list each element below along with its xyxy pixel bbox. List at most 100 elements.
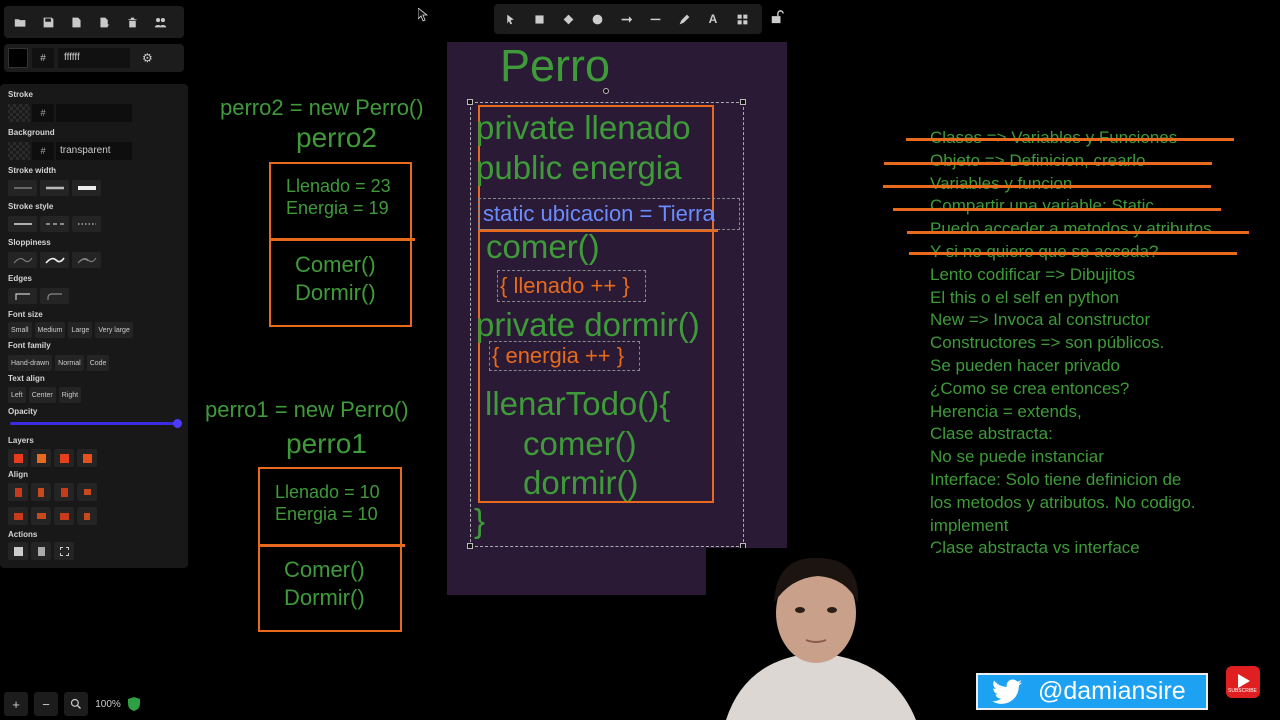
class-title[interactable]: Perro (500, 40, 610, 92)
stroke-thin-button[interactable] (8, 180, 37, 196)
distribute-horizontal-icon[interactable] (77, 483, 97, 501)
sloppiness-architect-button[interactable] (8, 252, 37, 268)
static-ubicacion-text[interactable]: static ubicacion = Tierra (483, 201, 715, 227)
duplicate-icon[interactable] (8, 542, 28, 560)
strike-line[interactable] (907, 231, 1249, 234)
note-item[interactable]: El this o el self en python (930, 288, 1212, 311)
opacity-slider[interactable] (10, 419, 182, 428)
sloppiness-cartoonist-button[interactable] (72, 252, 101, 268)
strike-line[interactable] (909, 252, 1237, 255)
llenartodo-dormir[interactable]: dormir() (523, 464, 638, 502)
trash-icon[interactable] (120, 10, 144, 34)
zoom-in-button[interactable]: + (4, 692, 28, 716)
stroke-swatch[interactable] (8, 104, 30, 122)
line-tool-icon[interactable] (643, 7, 667, 31)
note-item[interactable]: Constructores => son públicos. (930, 333, 1212, 356)
attr-llenado[interactable]: private llenado (476, 109, 691, 147)
collab-icon[interactable] (148, 10, 172, 34)
stroke-extra-bold-button[interactable] (72, 180, 101, 196)
note-item[interactable]: No se puede instanciar (930, 447, 1212, 470)
align-left-icon[interactable] (8, 483, 28, 501)
class-close-brace[interactable]: } (474, 502, 485, 540)
text-tool-icon[interactable]: A (701, 7, 725, 31)
method-comer[interactable]: comer() (486, 228, 600, 266)
bring-forward-icon[interactable] (54, 449, 74, 467)
perro2-dormir[interactable]: Dormir() (295, 280, 376, 306)
perro2-instantiation[interactable]: perro2 = new Perro() (220, 95, 424, 121)
stroke-dashed-button[interactable] (40, 216, 69, 232)
delete-icon[interactable] (31, 542, 51, 560)
strike-line[interactable] (884, 162, 1212, 165)
arrow-tool-icon[interactable] (614, 7, 638, 31)
background-hex-input[interactable]: ffffff (58, 48, 130, 68)
stroke-dotted-button[interactable] (72, 216, 101, 232)
font-size-medium[interactable]: Medium (34, 322, 66, 338)
rectangle-tool-icon[interactable] (527, 7, 551, 31)
perro2-llenado[interactable]: Llenado = 23 (286, 176, 391, 197)
llenado-body[interactable]: { llenado ++ } (500, 273, 630, 299)
open-icon[interactable] (8, 10, 32, 34)
text-align-left[interactable]: Left (8, 387, 26, 403)
perro2-divider[interactable] (269, 238, 415, 241)
sloppiness-artist-button[interactable] (40, 252, 69, 268)
perro1-label[interactable]: perro1 (286, 428, 367, 460)
attr-energia[interactable]: public energia (476, 149, 681, 187)
send-backward-icon[interactable] (31, 449, 51, 467)
resize-handle-nw[interactable] (467, 99, 473, 105)
note-item[interactable]: New => Invoca al constructor (930, 310, 1212, 333)
perro1-dormir[interactable]: Dormir() (284, 585, 365, 611)
rotate-handle[interactable] (603, 88, 609, 94)
library-tool-icon[interactable] (730, 7, 754, 31)
selection-tool-icon[interactable] (498, 7, 522, 31)
opacity-slider-knob[interactable] (173, 419, 182, 428)
strike-line[interactable] (883, 185, 1211, 188)
note-item[interactable]: Lento codificar => Dibujitos (930, 265, 1212, 288)
export-image-icon[interactable] (92, 10, 116, 34)
font-size-large[interactable]: Large (68, 322, 93, 338)
background-input[interactable]: transparent (56, 142, 132, 160)
perro1-comer[interactable]: Comer() (284, 557, 365, 583)
background-swatch[interactable] (8, 142, 30, 160)
note-item[interactable]: los metodos y atributos. No codigo. (930, 493, 1212, 516)
strike-line[interactable] (906, 138, 1234, 141)
align-bottom-icon[interactable] (54, 507, 74, 525)
stroke-input[interactable] (56, 104, 132, 122)
font-size-small[interactable]: Small (8, 322, 32, 338)
align-top-icon[interactable] (8, 507, 28, 525)
note-item[interactable]: Clase abstracta: (930, 424, 1212, 447)
resize-handle-sw[interactable] (467, 543, 473, 549)
edges-round-button[interactable] (40, 288, 69, 304)
text-align-center[interactable]: Center (28, 387, 56, 403)
draw-tool-icon[interactable] (672, 7, 696, 31)
ellipse-tool-icon[interactable] (585, 7, 609, 31)
diamond-tool-icon[interactable] (556, 7, 580, 31)
settings-icon[interactable]: ⚙ (142, 51, 153, 65)
font-family-hand-drawn[interactable]: Hand-drawn (8, 355, 53, 371)
align-center-vertical-icon[interactable] (31, 507, 51, 525)
resize-handle-ne[interactable] (740, 99, 746, 105)
strike-line[interactable] (893, 208, 1221, 211)
distribute-vertical-icon[interactable] (77, 507, 97, 525)
method-llenartodo[interactable]: llenarTodo(){ (485, 385, 670, 423)
perro1-divider[interactable] (258, 544, 405, 547)
bring-to-front-icon[interactable] (77, 449, 97, 467)
zoom-out-button[interactable]: − (34, 692, 58, 716)
perro2-label[interactable]: perro2 (296, 122, 377, 154)
text-align-right[interactable]: Right (58, 387, 82, 403)
llenartodo-comer[interactable]: comer() (523, 425, 637, 463)
note-item[interactable]: Se pueden hacer privado (930, 356, 1212, 379)
unlock-icon[interactable] (770, 10, 784, 24)
edges-sharp-button[interactable] (8, 288, 37, 304)
stroke-solid-button[interactable] (8, 216, 37, 232)
note-item[interactable]: Herencia = extends, (930, 402, 1212, 425)
font-size-very-large[interactable]: Very large (95, 322, 133, 338)
note-item[interactable]: Clase abstracta vs interface (930, 538, 1212, 561)
font-family-code[interactable]: Code (86, 355, 110, 371)
export-icon[interactable] (64, 10, 88, 34)
font-family-normal[interactable]: Normal (55, 355, 84, 371)
perro1-energia[interactable]: Energia = 10 (275, 504, 378, 525)
group-icon[interactable] (54, 542, 74, 560)
note-item[interactable]: Interface: Solo tiene definicion de (930, 470, 1212, 493)
save-icon[interactable] (36, 10, 60, 34)
align-center-horizontal-icon[interactable] (31, 483, 51, 501)
